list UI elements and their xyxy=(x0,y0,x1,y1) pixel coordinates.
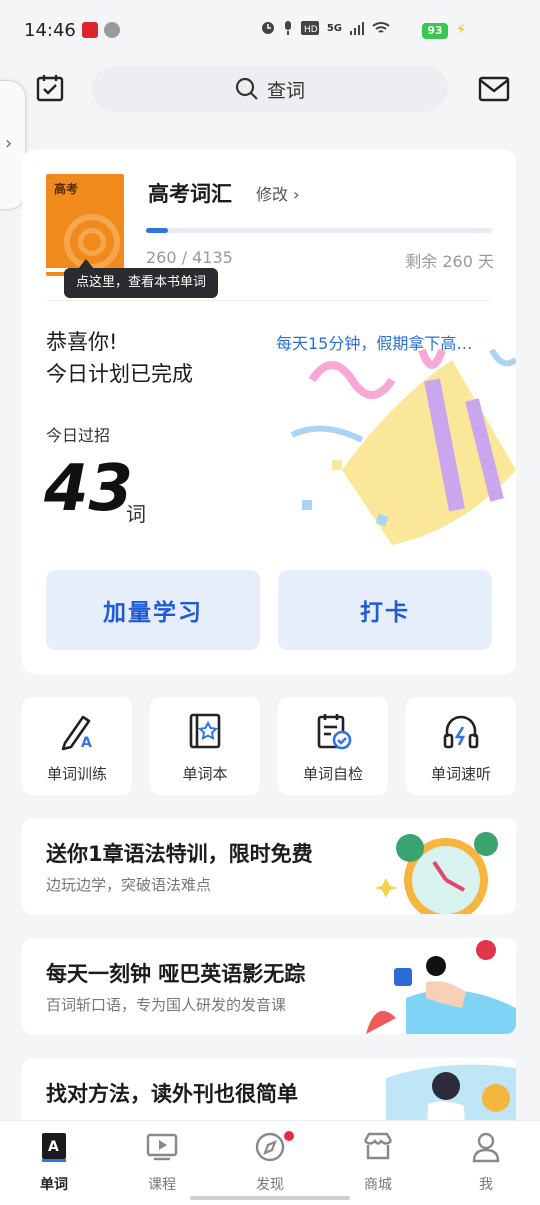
notebook-star-icon xyxy=(189,713,221,749)
svg-text:A: A xyxy=(48,1139,59,1155)
quick-entry-quick-listen[interactable]: 单词速听 xyxy=(406,697,516,795)
user-icon xyxy=(472,1132,500,1163)
congrats-line-2: 今日计划已完成 xyxy=(46,362,193,386)
promo-subtitle: 百词斩口语，专为国人研发的发音课 xyxy=(46,996,287,1014)
promo-title: 每天一刻钟 哑巴英语影无踪 xyxy=(46,962,306,986)
promo-title: 找对方法，读外刊也很简单 xyxy=(46,1082,298,1106)
speaking-illustration xyxy=(366,940,516,1034)
headphones-icon xyxy=(443,715,479,749)
promo-card-speaking[interactable]: 每天一刻钟 哑巴英语影无踪 百词斩口语，专为国人研发的发音课 xyxy=(22,938,516,1034)
tab-label: 单词 xyxy=(40,1177,68,1193)
progress-count: 260 / 4135 xyxy=(146,248,233,267)
search-bar[interactable]: 查词 xyxy=(92,66,448,112)
home-indicator[interactable] xyxy=(190,1196,350,1200)
top-bar: 查词 xyxy=(0,62,540,124)
study-more-button[interactable]: 加量学习 xyxy=(46,570,260,650)
status-time: 14:46 xyxy=(24,20,76,41)
tab-discover[interactable]: 发现 xyxy=(216,1121,324,1205)
app-notification-icon xyxy=(82,22,98,38)
study-plan-card: 高考 高考词汇 修改 › 260 / 4135 剩余 260 天 点这里，查看本… xyxy=(22,150,516,674)
divider xyxy=(46,300,492,301)
tab-label: 商城 xyxy=(364,1177,392,1193)
book-tooltip[interactable]: 点这里，查看本书单词 xyxy=(64,259,218,298)
quick-entry-label: 单词本 xyxy=(182,765,228,783)
status-icons: HD 5G xyxy=(261,21,390,35)
svg-text:HD: HD xyxy=(304,25,318,35)
bottom-tab-bar: A 单词 课程 发现 商城 我 xyxy=(0,1120,540,1205)
wechat-icon xyxy=(104,22,120,38)
target-inner xyxy=(78,228,106,256)
progress-fill xyxy=(146,228,168,233)
search-placeholder: 查词 xyxy=(266,79,305,102)
search-icon xyxy=(235,77,258,100)
remaining-days: 剩余 260 天 xyxy=(405,252,494,271)
battery-indicator: 93 xyxy=(422,23,448,39)
tab-store[interactable]: 商城 xyxy=(324,1121,432,1205)
quick-entry-label: 单词训练 xyxy=(46,765,107,783)
book-cover-title: 高考 xyxy=(54,182,79,196)
quick-entry-label: 单词速听 xyxy=(430,765,491,783)
check-in-button[interactable]: 打卡 xyxy=(278,570,492,650)
mail-icon[interactable] xyxy=(478,76,510,102)
today-word-count: 43 xyxy=(44,452,134,526)
word-book-icon: A xyxy=(42,1133,66,1162)
calendar-check-icon[interactable] xyxy=(36,74,64,102)
quick-entry-word-training[interactable]: A 单词训练 xyxy=(22,697,132,795)
alarm-clock-illustration xyxy=(374,832,498,914)
charging-icon: ⚡ xyxy=(456,22,466,38)
quick-entry-self-check[interactable]: 单词自检 xyxy=(278,697,388,795)
mic-icon xyxy=(284,21,291,35)
notification-dot xyxy=(284,1131,294,1141)
video-player-icon xyxy=(146,1133,178,1161)
pencil-icon: A xyxy=(61,715,92,751)
tab-label: 我 xyxy=(479,1177,493,1193)
compass-icon xyxy=(255,1132,285,1162)
promo-card-grammar[interactable]: 送你1章语法特训，限时免费 边玩边学，突破语法难点 xyxy=(22,818,516,914)
alarm-icon xyxy=(261,22,274,34)
promo-subtitle: 边玩边学，突破语法难点 xyxy=(46,876,212,894)
tab-words[interactable]: A 单词 xyxy=(0,1121,108,1205)
store-icon xyxy=(363,1132,393,1160)
tab-label: 发现 xyxy=(256,1177,284,1193)
promo-title: 送你1章语法特训，限时免费 xyxy=(46,842,313,866)
today-count-unit: 词 xyxy=(126,502,146,526)
svg-text:A: A xyxy=(81,735,92,751)
clipboard-check-icon xyxy=(317,714,352,750)
edit-book-link[interactable]: 修改 › xyxy=(256,181,300,205)
tab-me[interactable]: 我 xyxy=(432,1121,540,1205)
tab-label: 课程 xyxy=(148,1177,176,1193)
signal-icon xyxy=(350,22,364,35)
chevron-right-icon: › xyxy=(5,133,13,154)
status-bar: 14:46 HD 5G 93 ⚡ xyxy=(0,0,540,62)
wifi-icon xyxy=(372,22,390,33)
congrats-line-1: 恭喜你! xyxy=(46,330,118,354)
book-title[interactable]: 高考词汇 xyxy=(148,178,232,208)
quick-entry-label: 单词自检 xyxy=(302,765,363,783)
quick-entry-wordbook[interactable]: 单词本 xyxy=(150,697,260,795)
network-type: 5G xyxy=(326,22,342,34)
tab-courses[interactable]: 课程 xyxy=(108,1121,216,1205)
party-popper-illustration xyxy=(290,348,516,545)
hd-icon: HD xyxy=(300,21,319,35)
progress-bar xyxy=(146,228,492,233)
congrats-message: 恭喜你! 今日计划已完成 xyxy=(46,326,193,390)
today-label: 今日过招 xyxy=(46,426,111,445)
